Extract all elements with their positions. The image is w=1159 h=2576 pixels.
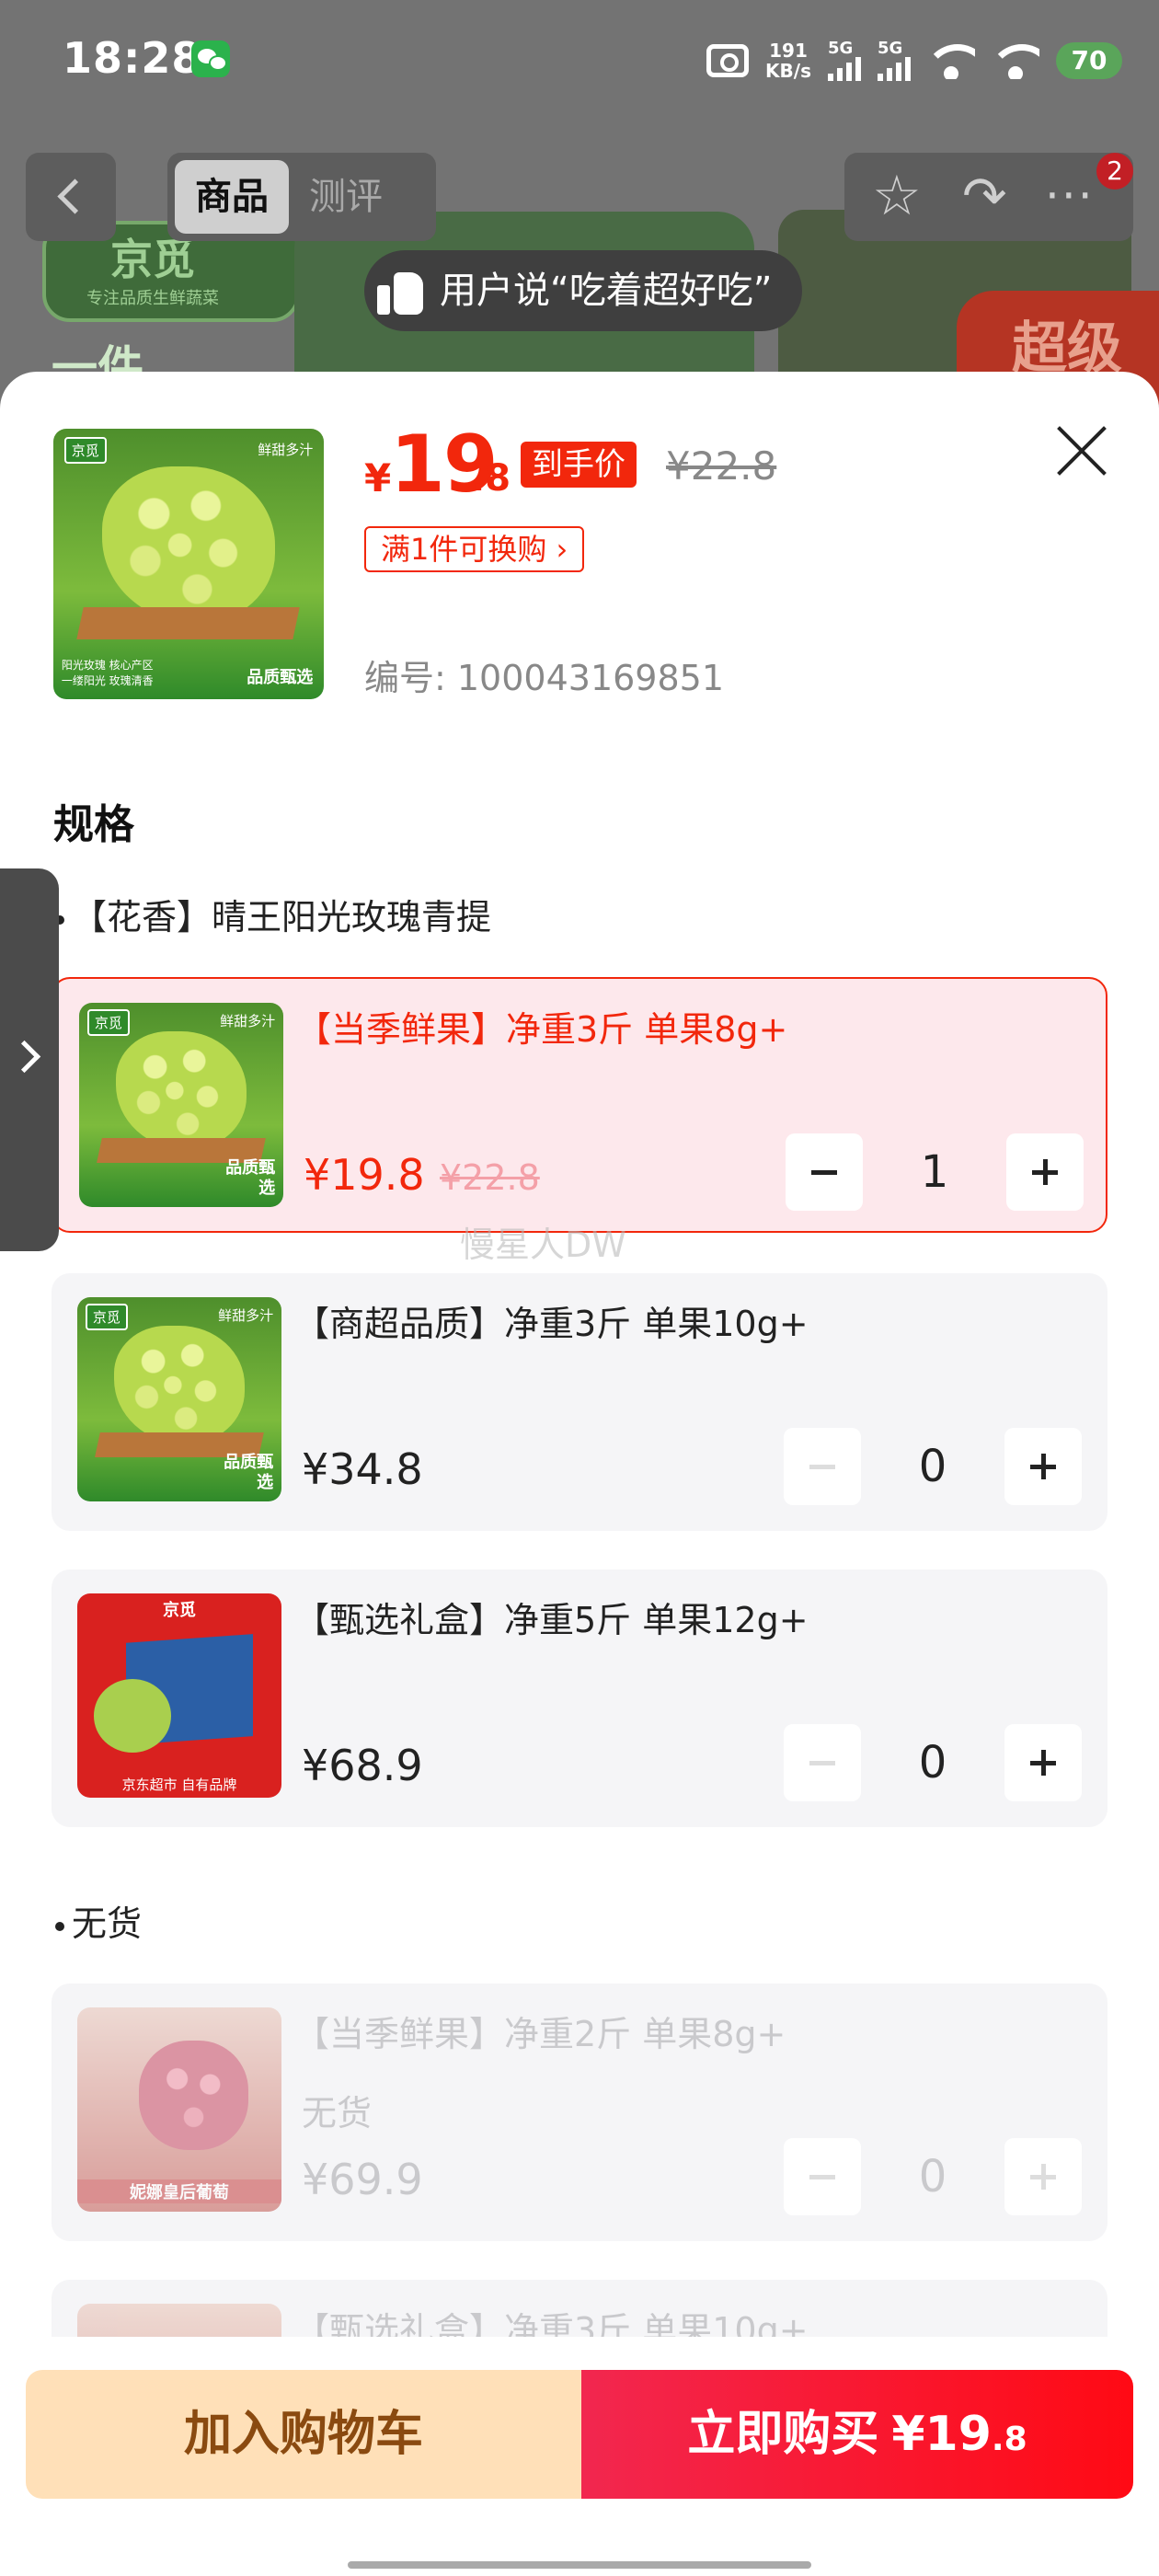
signal-sim2-icon: 5G bbox=[878, 40, 911, 81]
buy-now-button[interactable]: 立即购买 ¥19.8 bbox=[581, 2370, 1133, 2499]
original-price: ¥22.8 bbox=[666, 443, 777, 489]
sku-price: ¥68.9 bbox=[302, 1741, 423, 1790]
tab-review[interactable]: 测评 bbox=[289, 160, 403, 234]
sku-name: 【甄选礼盒】净重5斤 单果12g+ bbox=[294, 1600, 809, 1640]
product-thumbnail: 京觅 鲜甜多汁 阳光玫瑰 核心产区 一缕阳光 玫瑰清香 品质甄选 bbox=[53, 429, 324, 699]
close-icon[interactable] bbox=[1052, 421, 1111, 480]
side-drawer-handle[interactable] bbox=[0, 868, 59, 1251]
wechat-icon bbox=[191, 40, 230, 77]
back-button[interactable] bbox=[26, 153, 116, 241]
more-icon[interactable]: ··· bbox=[1045, 166, 1095, 226]
increase-button bbox=[1004, 2138, 1082, 2215]
spec-group-title: 【花香】晴王阳光玫瑰青提 bbox=[55, 889, 491, 939]
sku-price: ¥19.8 bbox=[304, 1150, 425, 1200]
sku-original-price: ¥22.8 bbox=[440, 1157, 540, 1198]
increase-button[interactable] bbox=[1004, 1724, 1082, 1801]
battery-indicator: 70 bbox=[1056, 42, 1122, 79]
spec-section-title: 规格 bbox=[53, 801, 134, 848]
quantity-value: 0 bbox=[918, 2151, 947, 2202]
sku-option-card[interactable]: 京觅 京东超市 自有品牌 【甄选礼盒】净重5斤 单果12g+ ¥68.9 0 bbox=[52, 1570, 1107, 1827]
header-tabs: 商品 测评 bbox=[167, 153, 436, 241]
sku-price: ¥34.8 bbox=[302, 1444, 423, 1494]
net-speed: 191 KB/s bbox=[765, 40, 811, 82]
quantity-stepper: 0 bbox=[784, 2138, 1082, 2215]
share-icon[interactable]: ↷ bbox=[962, 166, 1007, 226]
sku-name: 【商超品质】净重3斤 单果10g+ bbox=[294, 1304, 809, 1344]
status-time: 18:28 bbox=[63, 33, 202, 83]
sku-thumbnail: 京觅 京东超市 自有品牌 bbox=[77, 1593, 281, 1798]
sku-thumbnail: 妮娜皇后葡萄 bbox=[77, 2007, 281, 2212]
review-bubble[interactable]: 用户说“吃着超好吃” bbox=[364, 250, 802, 331]
sku-name: 【当季鲜果】净重2斤 单果8g+ bbox=[294, 2014, 786, 2054]
sku-name: 【当季鲜果】净重3斤 单果8g+ bbox=[296, 1009, 788, 1050]
decrease-button[interactable] bbox=[784, 1428, 861, 1505]
price-tag-label: 到手价 bbox=[521, 442, 637, 488]
quantity-value: 1 bbox=[920, 1146, 949, 1198]
exchange-coupon-link[interactable]: 满1件可换购 › bbox=[364, 526, 585, 572]
out-of-stock-group-title: 无货 bbox=[55, 1895, 142, 1946]
sku-option-card-unavailable: 妮娜皇后葡萄 【当季鲜果】净重2斤 单果8g+ 无货 ¥69.9 0 bbox=[52, 1984, 1107, 2241]
sku-option-card[interactable]: 京觅 鲜甜多汁 品质甄选 【当季鲜果】净重3斤 单果8g+ ¥19.8 ¥22.8… bbox=[52, 977, 1107, 1233]
quantity-value: 0 bbox=[918, 1737, 947, 1788]
sku-price: ¥69.9 bbox=[302, 2155, 423, 2204]
decrease-button bbox=[784, 2138, 861, 2215]
quantity-stepper: 0 bbox=[784, 1724, 1082, 1801]
camera-icon bbox=[706, 44, 750, 77]
quantity-value: 0 bbox=[918, 1441, 947, 1492]
star-icon[interactable]: ☆ bbox=[872, 166, 922, 226]
add-to-cart-button[interactable]: 加入购物车 bbox=[26, 2370, 581, 2499]
home-indicator[interactable] bbox=[348, 2561, 811, 2569]
review-bubble-text: 用户说“吃着超好吃” bbox=[440, 270, 773, 312]
brand-logo-subtitle: 专注品质生鲜蔬菜 bbox=[86, 289, 219, 308]
decrease-button[interactable] bbox=[784, 1724, 861, 1801]
header-actions: ☆ ↷ ··· bbox=[844, 153, 1133, 241]
increase-button[interactable] bbox=[1006, 1133, 1084, 1211]
sku-thumbnail: 京觅 鲜甜多汁 品质甄选 bbox=[79, 1003, 283, 1207]
signal-sim1-icon: 5G bbox=[828, 40, 861, 81]
tab-product[interactable]: 商品 bbox=[175, 160, 289, 234]
status-bar: 18:28 191 KB/s 5G 5G 70 bbox=[0, 0, 1159, 124]
wifi-icon bbox=[927, 42, 975, 79]
sku-thumbnail: 京觅 鲜甜多汁 品质甄选 bbox=[77, 1297, 281, 1501]
status-icons: 191 KB/s 5G 5G 70 bbox=[706, 33, 1122, 88]
watermark: 慢星人DW bbox=[460, 1225, 626, 1265]
wifi-icon-2 bbox=[992, 42, 1039, 79]
message-badge: 2 bbox=[1096, 153, 1133, 190]
increase-button[interactable] bbox=[1004, 1428, 1082, 1505]
quantity-stepper: 0 bbox=[784, 1428, 1082, 1505]
product-sku: 编号: 100043169851 bbox=[364, 658, 725, 698]
thumbs-up-icon bbox=[373, 263, 429, 318]
decrease-button[interactable] bbox=[786, 1133, 863, 1211]
sku-option-card[interactable]: 京觅 鲜甜多汁 品质甄选 【商超品质】净重3斤 单果10g+ ¥34.8 0 bbox=[52, 1273, 1107, 1531]
quantity-stepper: 1 bbox=[786, 1133, 1084, 1211]
